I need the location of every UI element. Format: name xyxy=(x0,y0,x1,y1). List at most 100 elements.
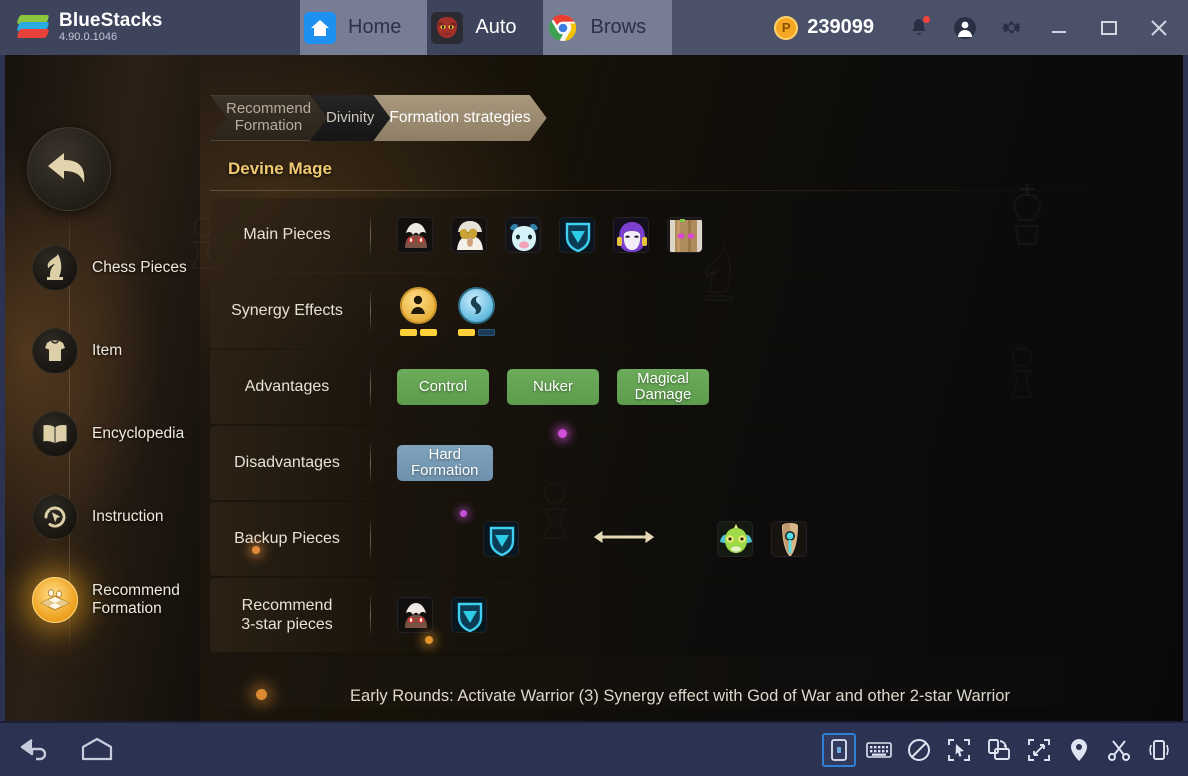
tab-home-label: Home xyxy=(348,16,402,38)
notification-badge xyxy=(922,15,931,24)
tab-home[interactable]: Home xyxy=(286,0,428,55)
disadvantage-chip-hard-formation[interactable]: Hard Formation xyxy=(397,445,493,481)
synergy-warrior-bars xyxy=(399,328,437,336)
row-synergy-effects: Synergy Effects xyxy=(210,274,1150,348)
row-backup-pieces-label: Backup Pieces xyxy=(234,530,340,548)
synergy-mage-bars xyxy=(457,328,495,336)
three-star-list xyxy=(371,597,1150,633)
shake-device-icon[interactable] xyxy=(1142,733,1176,767)
back-arrow-icon xyxy=(48,153,85,183)
piece-frost-bear[interactable] xyxy=(505,217,541,253)
cursor-icon xyxy=(32,494,78,540)
account-avatar-icon[interactable] xyxy=(942,0,988,55)
row-advantages: Advantages Control Nuker Magical Damage xyxy=(210,350,1150,424)
book-icon xyxy=(32,411,78,457)
panel-tab-formation-strategies[interactable]: Formation strategies xyxy=(373,95,546,141)
sparkle-particle xyxy=(558,429,567,438)
titlebar-right-controls: P 239099 xyxy=(774,0,1188,55)
minimize-button[interactable] xyxy=(1034,0,1084,55)
tab-auto-chess-label: Auto xyxy=(475,16,517,38)
sidebar-item-encyclopedia-label: Encyclopedia xyxy=(92,425,185,443)
row-recommend-three-star: Recommend 3-star pieces xyxy=(210,578,1150,652)
row-advantages-label: Advantages xyxy=(244,378,330,396)
advantage-chip-control[interactable]: Control xyxy=(397,369,489,405)
sidebar-item-chess-pieces-label: Chess Pieces xyxy=(92,259,187,277)
advantage-chip-magical-damage[interactable]: Magical Damage xyxy=(617,369,709,405)
scissors-icon[interactable] xyxy=(1102,733,1136,767)
bluestacks-logo-icon xyxy=(16,14,50,41)
piece-wood-golem[interactable] xyxy=(667,217,703,253)
disable-icon[interactable] xyxy=(902,733,936,767)
advantage-chip-nuker[interactable]: Nuker xyxy=(507,369,599,405)
gamepad-controls-icon[interactable] xyxy=(822,732,856,767)
sidebar-item-instruction[interactable]: Instruction xyxy=(32,494,164,540)
piece-sage-white[interactable] xyxy=(451,217,487,253)
brand-name: BlueStacks xyxy=(59,10,163,32)
back-button[interactable] xyxy=(27,127,111,211)
tab-auto-chess[interactable]: Auto xyxy=(413,0,543,55)
double-arrow-icon xyxy=(591,526,657,553)
main-pieces-list xyxy=(371,217,1150,253)
sparkle-particle xyxy=(460,510,467,517)
app-tab-strip: Home Auto Brows xyxy=(286,0,673,55)
sidebar-item-item[interactable]: Item xyxy=(32,328,122,374)
sidebar-item-chess-pieces[interactable]: Chess Pieces xyxy=(32,245,187,291)
home-icon xyxy=(304,11,336,44)
android-back-icon[interactable] xyxy=(14,727,60,772)
piece-devil-red[interactable] xyxy=(397,217,433,253)
location-pin-icon[interactable] xyxy=(1062,733,1096,767)
synergy-warrior[interactable] xyxy=(397,286,439,336)
bluestacks-titlebar: BlueStacks 4.90.0.1046 Home Auto Brows P… xyxy=(0,0,1188,55)
row-recommend-three-star-label: Recommend 3-star pieces xyxy=(241,596,333,633)
row-main-pieces: Main Pieces xyxy=(210,198,1150,272)
synergy-mage[interactable] xyxy=(455,286,497,336)
piece-purple-mage[interactable] xyxy=(613,217,649,253)
maximize-button[interactable] xyxy=(1084,0,1134,55)
tab-browser[interactable]: Brows xyxy=(528,0,673,55)
piece-devil-red[interactable] xyxy=(397,597,433,633)
sidebar-item-instruction-label: Instruction xyxy=(92,508,164,526)
fullscreen-icon[interactable] xyxy=(1022,733,1056,767)
synergy-mage-icon xyxy=(457,286,495,324)
pointer-icon[interactable] xyxy=(942,733,976,767)
sidebar-item-recommend-formation[interactable]: Recommend Formation xyxy=(32,577,180,623)
row-disadvantages: Disadvantages Hard Formation xyxy=(210,426,1150,500)
armor-icon xyxy=(32,328,78,374)
advantages-list: Control Nuker Magical Damage xyxy=(371,369,1150,405)
row-disadvantages-label: Disadvantages xyxy=(234,454,340,472)
android-home-icon[interactable] xyxy=(74,727,120,772)
keyboard-icon[interactable] xyxy=(862,733,896,767)
formation-rows: Main Pieces Synergy Effects Advantages C… xyxy=(210,198,1150,708)
strategy-text-row: Early Rounds: Activate Warrior (3) Syner… xyxy=(210,656,1150,708)
panel-tab-divinity-label: Divinity xyxy=(326,108,375,126)
coin-balance[interactable]: P 239099 xyxy=(774,15,874,40)
piece-shield-blue[interactable] xyxy=(483,521,519,557)
coin-value: 239099 xyxy=(807,16,874,38)
notification-bell-icon[interactable] xyxy=(896,0,942,55)
row-synergy-effects-label: Synergy Effects xyxy=(231,302,343,320)
game-viewport: Chess Pieces Item Encyclopedia Instructi… xyxy=(0,55,1188,721)
rotate-screen-icon[interactable] xyxy=(982,733,1016,767)
chrome-icon xyxy=(547,12,579,44)
panel-tab-strip: Recommend Formation Divinity Formation s… xyxy=(210,95,1150,141)
android-nav-buttons xyxy=(0,727,120,772)
settings-gear-icon[interactable] xyxy=(988,0,1034,55)
sidebar-item-encyclopedia[interactable]: Encyclopedia xyxy=(32,411,184,457)
tab-browser-label: Brows xyxy=(590,16,647,38)
panel-tab-formation-strategies-label: Formation strategies xyxy=(389,109,531,127)
piece-green-lizard[interactable] xyxy=(717,521,753,557)
strategy-text: Early Rounds: Activate Warrior (3) Syner… xyxy=(350,687,1010,705)
close-button[interactable] xyxy=(1134,0,1184,55)
row-backup-pieces: Backup Pieces xyxy=(210,502,1150,576)
brand-version: 4.90.0.1046 xyxy=(59,31,118,44)
sparkle-particle xyxy=(425,636,433,644)
piece-shield-blue[interactable] xyxy=(451,597,487,633)
panel-tab-recommend-formation-label: Recommend Formation xyxy=(226,100,312,134)
piece-shield-blue[interactable] xyxy=(559,217,595,253)
chessboard-icon xyxy=(32,577,78,623)
piece-totem-cyan[interactable] xyxy=(771,521,807,557)
bluestacks-bottom-toolbar xyxy=(0,721,1188,776)
formation-panel: Recommend Formation Divinity Formation s… xyxy=(210,95,1150,715)
section-title: Devine Mage xyxy=(228,159,332,178)
synergy-warrior-icon xyxy=(399,286,437,324)
